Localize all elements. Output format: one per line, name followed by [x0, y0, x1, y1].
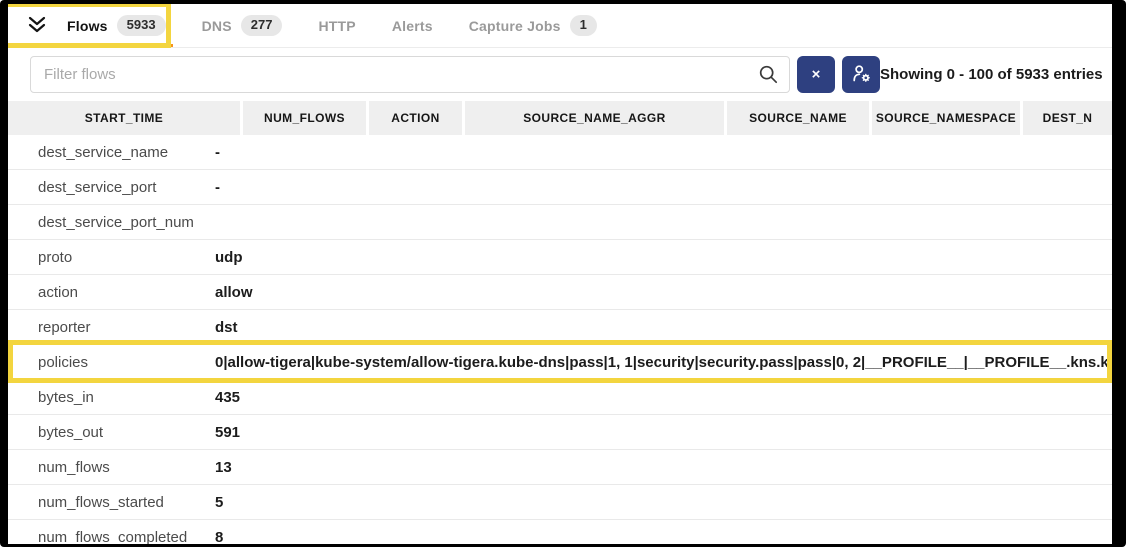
detail-value: 5 — [215, 494, 1112, 511]
detail-key: dest_service_name — [8, 144, 215, 161]
double-chevron-down-icon — [26, 16, 48, 36]
filter-input-wrap — [30, 56, 790, 93]
tab-label: HTTP — [318, 18, 355, 34]
detail-row-num-flows: num_flows 13 — [8, 450, 1112, 485]
tab-flows[interactable]: Flows 5933 — [54, 4, 179, 47]
tab-label: Flows — [67, 18, 108, 34]
detail-key: num_flows_completed — [8, 529, 215, 545]
detail-value: dst — [215, 319, 1112, 336]
table-header-row: START_TIME NUM_FLOWS ACTION SOURCE_NAME_… — [8, 101, 1112, 135]
tab-badge: 5933 — [117, 15, 166, 35]
column-header-source-namespace[interactable]: SOURCE_NAMESPACE — [872, 101, 1020, 135]
collapse-all-button[interactable] — [20, 4, 54, 47]
detail-row-policies: policies 0|allow-tigera|kube-system/allo… — [8, 345, 1112, 380]
column-header-source-name-aggr[interactable]: SOURCE_NAME_AGGR — [465, 101, 724, 135]
detail-key: reporter — [8, 319, 215, 336]
detail-value: 0|allow-tigera|kube-system/allow-tigera.… — [215, 354, 1112, 371]
user-settings-button[interactable] — [842, 56, 880, 93]
detail-value: 591 — [215, 424, 1112, 441]
tab-http[interactable]: HTTP — [305, 4, 368, 47]
detail-value: udp — [215, 249, 1112, 266]
tab-alerts[interactable]: Alerts — [379, 4, 446, 47]
tab-label: Alerts — [392, 18, 433, 34]
detail-value: - — [215, 179, 1112, 196]
tab-badge: 1 — [570, 15, 597, 35]
detail-value: 435 — [215, 389, 1112, 406]
detail-key: bytes_out — [8, 424, 215, 441]
detail-value: - — [215, 144, 1112, 161]
detail-key: bytes_in — [8, 389, 215, 406]
toolbar: × — [8, 48, 1112, 101]
results-count: Showing 0 - 100 of 5933 entries — [880, 66, 1103, 83]
tab-capture-jobs[interactable]: Capture Jobs 1 — [456, 4, 610, 47]
detail-row-dest-service-port-num: dest_service_port_num — [8, 205, 1112, 240]
detail-row-num-flows-started: num_flows_started 5 — [8, 485, 1112, 520]
tab-bar: Flows 5933 DNS 277 HTTP Alerts Capture J… — [8, 4, 1112, 48]
tab-label: Capture Jobs — [469, 18, 561, 34]
flow-logs-panel: Flows 5933 DNS 277 HTTP Alerts Capture J… — [8, 4, 1112, 544]
detail-key: num_flows_started — [8, 494, 215, 511]
detail-row-reporter: reporter dst — [8, 310, 1112, 345]
filter-input[interactable] — [30, 56, 790, 93]
detail-row-action: action allow — [8, 275, 1112, 310]
tab-label: DNS — [202, 18, 232, 34]
column-header-action[interactable]: ACTION — [369, 101, 462, 135]
detail-key: num_flows — [8, 459, 215, 476]
detail-row-bytes-in: bytes_in 435 — [8, 380, 1112, 415]
detail-key: action — [8, 284, 215, 301]
tab-badge: 277 — [241, 15, 283, 35]
detail-value: 8 — [215, 529, 1112, 545]
detail-key: proto — [8, 249, 215, 266]
detail-row-dest-service-port: dest_service_port - — [8, 170, 1112, 205]
detail-row-proto: proto udp — [8, 240, 1112, 275]
column-header-dest-name[interactable]: DEST_N — [1023, 101, 1112, 135]
flow-logs-page: Flows 5933 DNS 277 HTTP Alerts Capture J… — [0, 0, 1126, 547]
detail-key: dest_service_port — [8, 179, 215, 196]
detail-value: 13 — [215, 459, 1112, 476]
column-header-start-time[interactable]: START_TIME — [8, 101, 240, 135]
close-icon: × — [812, 67, 821, 82]
tab-dns[interactable]: DNS 277 — [189, 4, 296, 47]
clear-filter-button[interactable]: × — [797, 56, 835, 93]
column-header-source-name[interactable]: SOURCE_NAME — [727, 101, 869, 135]
detail-row-dest-service-name: dest_service_name - — [8, 135, 1112, 170]
detail-key: dest_service_port_num — [8, 214, 215, 231]
column-header-num-flows[interactable]: NUM_FLOWS — [243, 101, 366, 135]
person-gear-icon — [851, 63, 872, 87]
detail-key: policies — [8, 354, 215, 371]
flow-detail-list: dest_service_name - dest_service_port - … — [8, 135, 1112, 544]
detail-row-num-flows-completed: num_flows_completed 8 — [8, 520, 1112, 544]
detail-row-bytes-out: bytes_out 591 — [8, 415, 1112, 450]
detail-value: allow — [215, 284, 1112, 301]
